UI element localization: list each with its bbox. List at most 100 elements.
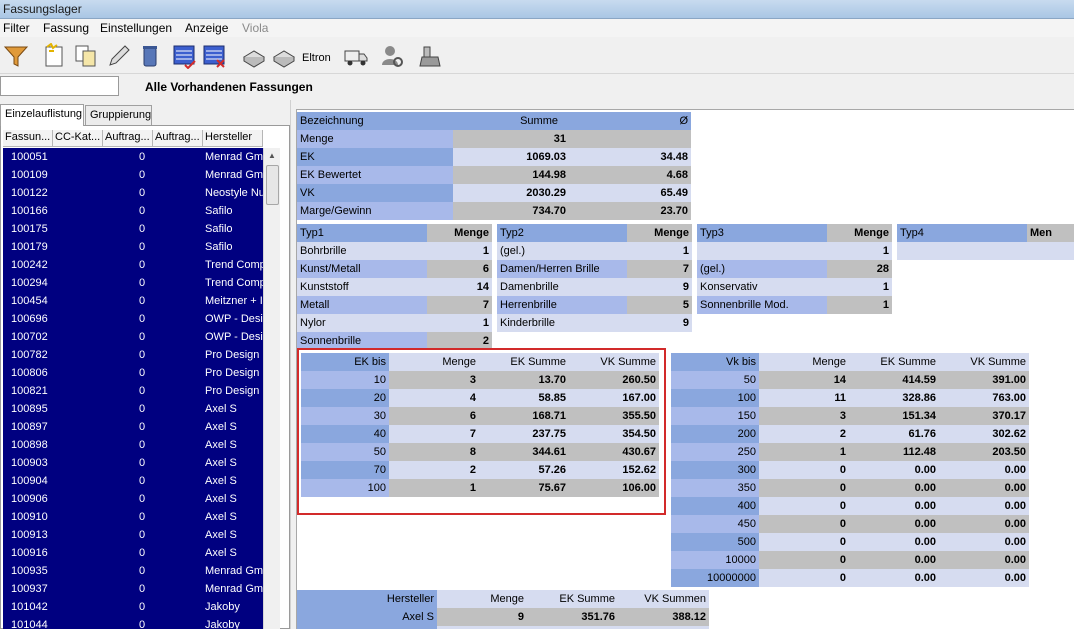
tab-gruppierung[interactable]: Gruppierung [85,105,152,125]
row-cc-kategorie: 0 [139,331,146,343]
vk-row-bis: 50 [671,371,759,389]
list-check-button[interactable] [168,41,199,71]
list-delete-button[interactable] [198,41,229,71]
column-header-auftrag-2[interactable]: Auftrag... [153,130,203,146]
table-row[interactable]: 100109 0 Menrad Gmb [3,166,263,184]
table-row[interactable]: 100166 0 Safilo [3,202,263,220]
table-row[interactable]: 100906 0 Axel S [3,490,263,508]
row-fassung-id: 100702 [11,331,48,343]
table-row[interactable]: 100916 0 Axel S [3,544,263,562]
summary-row-sum: 31 [453,130,569,148]
row-fassung-id: 100294 [11,277,48,289]
column-header-fassung[interactable]: Fassun... [3,130,53,146]
page-title: Alle Vorhandenen Fassungen [145,80,313,94]
typ3-row: Sonnenbrille Mod. 1 [697,296,892,314]
menu-anzeige[interactable]: Anzeige [185,21,228,35]
row-fassung-id: 100897 [11,421,48,433]
frame-grid[interactable]: 100051 0 Menrad Gmb 100109 0 Menrad Gmb 100122… [3,148,263,629]
table-row[interactable]: 100913 0 Axel S [3,526,263,544]
typ1-row: Metall 7 [297,296,492,314]
table-row[interactable]: 101044 0 Jakoby [3,616,263,629]
delivery-button[interactable] [340,41,371,71]
column-header-cc-kat[interactable]: CC-Kat... [53,130,103,146]
table-row[interactable]: 100175 0 Safilo [3,220,263,238]
row-fassung-id: 100910 [11,511,48,523]
table-row[interactable]: 100806 0 Pro Design [3,364,263,382]
table-row[interactable]: 100782 0 Pro Design [3,346,263,364]
vk-row-menge: 0 [759,479,849,497]
typ1-row-menge: 14 [427,278,492,296]
menu-einstellungen[interactable]: Einstellungen [100,21,172,35]
scroll-up-arrow-icon[interactable]: ▲ [264,148,280,164]
grid-scrollbar[interactable]: ▲ [263,148,280,629]
table-row[interactable]: 100910 0 Axel S [3,508,263,526]
vk-row-bis: 500 [671,533,759,551]
delete-frame-button[interactable] [134,41,165,71]
print-eltron-button[interactable] [268,41,299,71]
search-input[interactable] [0,76,119,96]
table-row[interactable]: 100898 0 Axel S [3,436,263,454]
typ2-row-label: Damen/Herren Brille [497,260,627,278]
row-fassung-id: 100895 [11,403,48,415]
new-frame-button[interactable] [38,41,69,71]
summary-row-sum: 2030.29 [453,184,569,202]
table-row[interactable]: 100696 0 OWP - Desig [3,310,263,328]
table-row[interactable]: 100702 0 OWP - Desig [3,328,263,346]
row-cc-kategorie: 0 [139,475,146,487]
copy-frame-button[interactable] [70,41,101,71]
table-row[interactable]: 101042 0 Jakoby [3,598,263,616]
table-row[interactable]: 100821 0 Pro Design [3,382,263,400]
vk-row-ek: 328.86 [849,389,939,407]
scroll-thumb[interactable] [266,165,279,205]
table-row[interactable]: 100895 0 Axel S [3,400,263,418]
tab-einzelauflistung[interactable]: Einzelauflistung [0,104,84,126]
cash-register-button[interactable] [414,41,445,71]
supplier-button[interactable] [376,41,407,71]
table-row[interactable]: 100454 0 Meitzner + I [3,292,263,310]
table-row[interactable]: 100904 0 Axel S [3,472,263,490]
summary-row-label: VK [297,184,453,202]
column-header-auftrag-1[interactable]: Auftrag... [103,130,153,146]
typ1-row: Kunst/Metall 6 [297,260,492,278]
vk-row-ek: 0.00 [849,569,939,587]
typ2-row-menge: 9 [627,314,692,332]
typ3-row-label: Sonnenbrille Mod. [697,296,827,314]
typ4-row-menge [1027,242,1074,260]
table-row[interactable]: 100935 0 Menrad Gmb [3,562,263,580]
row-cc-kategorie: 0 [139,601,146,613]
new-document-icon [45,43,62,67]
vk-row-bis: 10000000 [671,569,759,587]
summary-row-avg: 34.48 [569,148,691,166]
row-hersteller: Pro Design [205,349,260,361]
vk-row-bis: 150 [671,407,759,425]
vk-row-vk: 302.62 [939,425,1029,443]
column-header-hersteller[interactable]: Hersteller [203,130,263,146]
table-row[interactable]: 100051 0 Menrad Gmb [3,148,263,166]
typ4-row [897,242,1074,260]
vk-row: 500 0 0.00 0.00 [671,533,1029,551]
vk-row-menge: 11 [759,389,849,407]
summary-row: EK Bewertet 144.98 4.68 [297,166,691,184]
row-hersteller: Axel S [205,421,237,433]
table-row[interactable]: 100242 0 Trend Comp [3,256,263,274]
table-row[interactable]: 100294 0 Trend Comp [3,274,263,292]
typ3-row-label [697,242,827,260]
edit-frame-button[interactable] [103,41,134,71]
print-label-button[interactable] [238,41,269,71]
row-cc-kategorie: 0 [139,403,146,415]
row-fassung-id: 100937 [11,583,48,595]
table-row[interactable]: 100179 0 Safilo [3,238,263,256]
row-fassung-id: 100903 [11,457,48,469]
table-row[interactable]: 100937 0 Menrad Gmb [3,580,263,598]
printer-icon [272,50,295,68]
filter-button[interactable] [0,41,31,71]
menu-fassung[interactable]: Fassung [43,21,89,35]
row-hersteller: Axel S [205,403,237,415]
table-row[interactable]: 100897 0 Axel S [3,418,263,436]
menu-viola[interactable]: Viola [242,21,268,35]
table-row[interactable]: 100122 0 Neostyle Nu [3,184,263,202]
typ2-header-row: Typ2 Menge [497,224,692,242]
row-cc-kategorie: 0 [139,295,146,307]
table-row[interactable]: 100903 0 Axel S [3,454,263,472]
menu-filter[interactable]: Filter [3,21,30,35]
